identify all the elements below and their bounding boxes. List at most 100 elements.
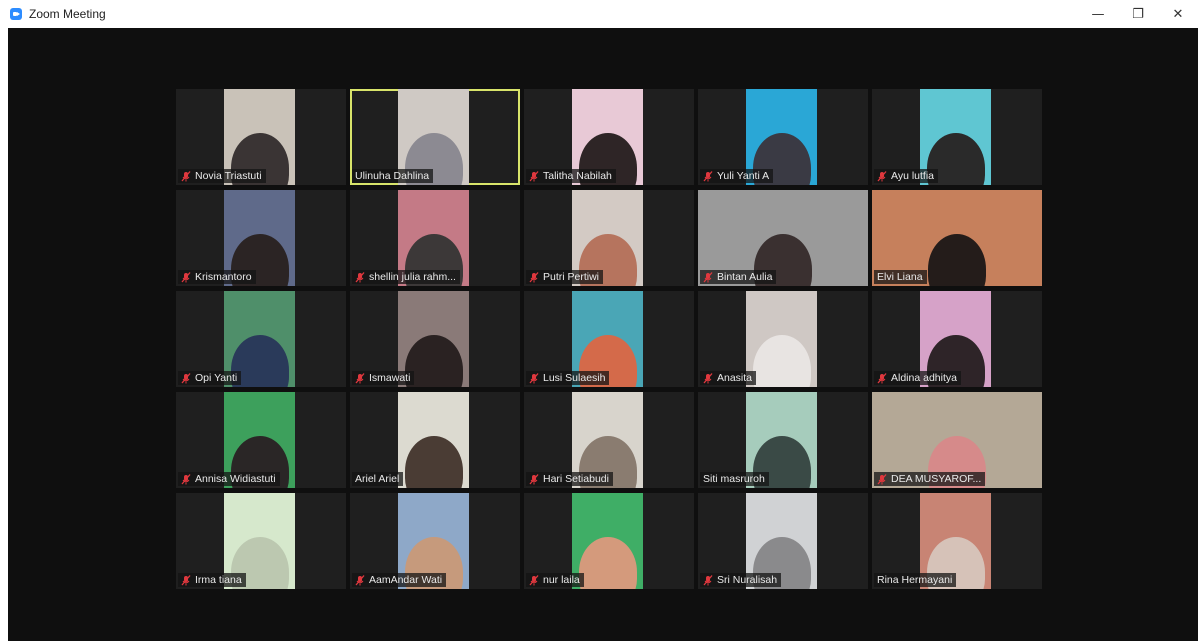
mic-muted-icon xyxy=(703,574,713,585)
participant-name: Sri Nuralisah xyxy=(717,574,778,586)
mic-muted-icon xyxy=(355,574,365,585)
mic-muted-icon xyxy=(529,574,539,585)
participant-name-label: Ayu lutfia xyxy=(874,169,938,183)
participant-name-label: Ismawati xyxy=(352,371,415,385)
mic-muted-icon xyxy=(529,372,539,383)
window-controls: — ❐ ✕ xyxy=(1078,0,1198,28)
participant-tile[interactable]: Putri Pertiwi xyxy=(524,190,694,286)
participant-name: Elvi Liana xyxy=(877,271,923,283)
participant-tile[interactable]: Elvi Liana xyxy=(872,190,1042,286)
participant-name: Yuli Yanti A xyxy=(717,170,770,182)
participant-tile[interactable]: Sri Nuralisah xyxy=(698,493,868,589)
participant-name-label: Yuli Yanti A xyxy=(700,169,774,183)
mic-muted-icon xyxy=(529,271,539,282)
participant-name: Anasita xyxy=(717,372,753,384)
participant-name-label: Talitha Nabilah xyxy=(526,169,616,183)
participant-name: shellin julia rahm... xyxy=(369,271,456,283)
participant-name: Opi Yanti xyxy=(195,372,238,384)
participant-tile[interactable]: Ayu lutfia xyxy=(872,89,1042,185)
mic-muted-icon xyxy=(355,271,365,282)
participant-name-label: Annisa Widiastuti xyxy=(178,472,280,486)
participant-name-label: Novia Triastuti xyxy=(178,169,266,183)
mic-muted-icon xyxy=(703,271,713,282)
participant-name: Rina Hermayani xyxy=(877,574,953,586)
participant-silhouette xyxy=(752,335,811,387)
participant-tile[interactable]: shellin julia rahm... xyxy=(350,190,520,286)
zoom-app-icon xyxy=(10,8,22,20)
participant-name-label: Krismantoro xyxy=(178,270,256,284)
participant-name-label: Ariel Ariel xyxy=(352,472,404,486)
participant-tile[interactable]: Anasita xyxy=(698,291,868,387)
participant-name-label: Rina Hermayani xyxy=(874,573,957,587)
participant-name: Hari Setiabudi xyxy=(543,473,609,485)
participant-name: nur laila xyxy=(543,574,580,586)
participant-tile[interactable]: Ismawati xyxy=(350,291,520,387)
mic-muted-icon xyxy=(529,473,539,484)
mic-muted-icon xyxy=(529,170,539,181)
window-title: Zoom Meeting xyxy=(29,7,106,21)
mic-muted-icon xyxy=(181,271,191,282)
participant-name-label: Putri Pertiwi xyxy=(526,270,604,284)
participant-name: Ayu lutfia xyxy=(891,170,934,182)
minimize-button[interactable]: — xyxy=(1078,0,1118,28)
mic-muted-icon xyxy=(877,473,887,484)
participant-tile[interactable]: Irma tiana xyxy=(176,493,346,589)
participant-tile[interactable]: AamAndar Wati xyxy=(350,493,520,589)
participant-name: Novia Triastuti xyxy=(195,170,262,182)
participant-tile[interactable]: Siti masruroh xyxy=(698,392,868,488)
participant-name-label: Lusi Sulaesih xyxy=(526,371,610,385)
restore-button[interactable]: ❐ xyxy=(1118,0,1158,28)
mic-muted-icon xyxy=(877,372,887,383)
participant-name: Aldina adhitya xyxy=(891,372,957,384)
participant-tile[interactable]: Krismantoro xyxy=(176,190,346,286)
mic-muted-icon xyxy=(181,372,191,383)
participant-tile[interactable]: DEA MUSYAROF... xyxy=(872,392,1042,488)
participant-name-label: Siti masruroh xyxy=(700,472,769,486)
participant-name: AamAndar Wati xyxy=(369,574,443,586)
meeting-video-area: Novia Triastuti Ulinuha Dahlina Talitha Na… xyxy=(8,28,1198,641)
participant-tile[interactable]: Bintan Aulia xyxy=(698,190,868,286)
window-titlebar: Zoom Meeting — ❐ ✕ xyxy=(0,0,1198,28)
participant-name-label: Irma tiana xyxy=(178,573,246,587)
participant-name: Ariel Ariel xyxy=(355,473,400,485)
participant-silhouette xyxy=(578,537,637,589)
participant-name: Irma tiana xyxy=(195,574,242,586)
mic-muted-icon xyxy=(703,372,713,383)
mic-muted-icon xyxy=(181,473,191,484)
participant-name-label: Anasita xyxy=(700,371,757,385)
participant-tile[interactable]: Lusi Sulaesih xyxy=(524,291,694,387)
mic-muted-icon xyxy=(877,170,887,181)
participant-name: Ulinuha Dahlina xyxy=(355,170,430,182)
participant-name: Ismawati xyxy=(369,372,411,384)
mic-muted-icon xyxy=(181,170,191,181)
participant-name-label: nur laila xyxy=(526,573,584,587)
mic-muted-icon xyxy=(355,372,365,383)
participant-video xyxy=(746,291,817,387)
participant-name-label: Aldina adhitya xyxy=(874,371,961,385)
participant-tile[interactable]: Hari Setiabudi xyxy=(524,392,694,488)
participant-tile[interactable]: Rina Hermayani xyxy=(872,493,1042,589)
participant-silhouette xyxy=(404,436,463,488)
participant-name: Siti masruroh xyxy=(703,473,765,485)
participant-tile[interactable]: Yuli Yanti A xyxy=(698,89,868,185)
mic-muted-icon xyxy=(181,574,191,585)
participant-tile[interactable]: Aldina adhitya xyxy=(872,291,1042,387)
participant-tile[interactable]: Opi Yanti xyxy=(176,291,346,387)
mic-muted-icon xyxy=(703,170,713,181)
participant-tile[interactable]: Ariel Ariel xyxy=(350,392,520,488)
participant-name-label: Ulinuha Dahlina xyxy=(352,169,434,183)
gallery-view-grid: Novia Triastuti Ulinuha Dahlina Talitha Na… xyxy=(176,89,1042,589)
participant-tile[interactable]: Annisa Widiastuti xyxy=(176,392,346,488)
participant-tile[interactable]: Ulinuha Dahlina xyxy=(350,89,520,185)
participant-name: Krismantoro xyxy=(195,271,252,283)
participant-tile[interactable]: Novia Triastuti xyxy=(176,89,346,185)
participant-name-label: Hari Setiabudi xyxy=(526,472,613,486)
participant-name-label: Opi Yanti xyxy=(178,371,242,385)
participant-tile[interactable]: Talitha Nabilah xyxy=(524,89,694,185)
participant-name-label: Bintan Aulia xyxy=(700,270,777,284)
participant-silhouette xyxy=(928,234,986,286)
participant-name: Bintan Aulia xyxy=(717,271,773,283)
participant-name: DEA MUSYAROF... xyxy=(891,473,982,485)
close-button[interactable]: ✕ xyxy=(1158,0,1198,28)
participant-tile[interactable]: nur laila xyxy=(524,493,694,589)
